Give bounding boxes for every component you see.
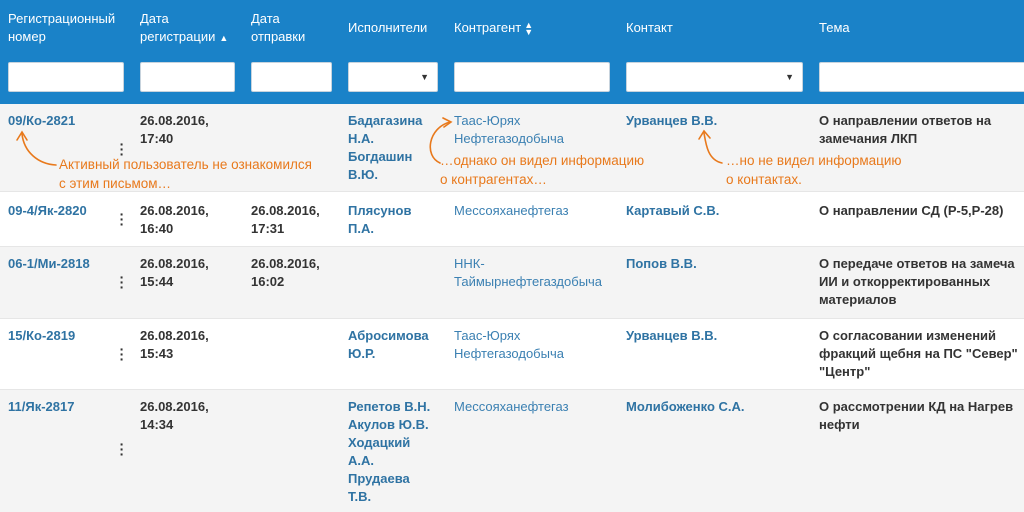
reg-date: 26.08.2016, 15:43 (140, 328, 209, 361)
column-header-text: регистрации (140, 29, 216, 44)
more-actions-icon[interactable]: · · · (119, 342, 125, 366)
executors[interactable]: Абросимова Ю.Р. (348, 327, 429, 363)
contact-link[interactable]: Молибоженко С.А. (626, 398, 745, 416)
sort-both-icon[interactable]: ▲ ▼ (524, 20, 533, 36)
contact-link[interactable]: Попов В.В. (626, 255, 697, 273)
column-header-text: номер (8, 29, 46, 44)
column-header-text: отправки (251, 29, 306, 44)
annotation-user: Активный пользователь не ознакомился с эт… (59, 157, 312, 191)
reg-no-link[interactable]: 06-1/Ми-2818 (8, 255, 90, 273)
reg-date: 26.08.2016, 15:44 (140, 256, 209, 289)
more-actions-icon[interactable]: · · · (119, 207, 125, 231)
more-actions-icon[interactable]: · · · (119, 270, 125, 294)
column-header-counterparty[interactable]: Контрагент ▲ ▼ (454, 19, 533, 37)
reg-date: 26.08.2016, 16:40 (140, 203, 209, 236)
column-header-reg-no[interactable]: Регистрационный номер (8, 10, 115, 46)
reg-no-link[interactable]: 09-4/Як-2820 (8, 202, 87, 220)
topic[interactable]: О передаче ответов на замеча ИИ и откорре… (819, 255, 1015, 309)
contact-filter-select[interactable]: ▼ (626, 62, 803, 92)
counterparty[interactable]: Таас-Юрях Нефтегазодобыча (454, 112, 564, 148)
topic[interactable]: О рассмотрении КД на Нагрев нефти (819, 398, 1013, 434)
contact-link[interactable]: Картавый С.В. (626, 202, 719, 220)
column-header-reg-date[interactable]: Дата регистрации ▲ (140, 10, 228, 47)
counterparty-filter-input[interactable] (454, 62, 610, 92)
reg-date-filter-input[interactable] (140, 62, 235, 92)
annotation-contact: …но не видел информацию о контактах. (726, 153, 902, 187)
column-header-executors[interactable]: Исполнители (348, 19, 427, 37)
column-header-text: Дата (140, 11, 169, 26)
table-row[interactable]: 09/Ко-2821 · · · 26.08.2016, 17:40 Бадагази… (0, 104, 1024, 192)
sent-date: 26.08.2016, 16:02 (251, 256, 320, 289)
topic[interactable]: О направлении СД (Р-5,Р-28) (819, 202, 1003, 220)
sent-date: 26.08.2016, 17:31 (251, 203, 320, 236)
contact-link[interactable]: Урванцев В.В. (626, 112, 717, 130)
column-header-topic[interactable]: Тема (819, 19, 850, 37)
reg-no-link[interactable]: 11/Як-2817 (8, 398, 74, 416)
topic[interactable]: О согласовании изменений фракций щебня на… (819, 327, 1018, 381)
topic[interactable]: О направлении ответов на замечания ЛКП (819, 112, 991, 148)
annotation-counterparty: …однако он видел информацию о контрагента… (440, 153, 645, 187)
chevron-down-icon: ▼ (785, 72, 794, 82)
reg-date: 26.08.2016, 14:34 (140, 399, 209, 432)
reg-no-filter-input[interactable] (8, 62, 124, 92)
executors-filter-select[interactable]: ▼ (348, 62, 438, 92)
counterparty[interactable]: Мессояханефтегаз (454, 202, 569, 220)
sort-ascending-icon[interactable]: ▲ (219, 33, 228, 43)
chevron-down-icon: ▼ (420, 72, 429, 82)
counterparty[interactable]: ННК- Таймырнефтегаздобыча (454, 255, 602, 291)
reg-no-link[interactable]: 09/Ко-2821 (8, 112, 75, 130)
executors[interactable]: Бадагазина Н.А. Богдашин В.Ю. (348, 112, 422, 184)
executors[interactable]: Репетов В.Н. Акулов Ю.В. Ходацкий А.А. Пруда… (348, 398, 430, 506)
counterparty[interactable]: Таас-Юрях Нефтегазодобыча (454, 327, 564, 363)
table-row[interactable]: 06-1/Ми-2818 · · · 26.08.2016, 15:44 26.08.… (0, 247, 1024, 319)
table-header: Регистрационный номер Дата регистрации ▲ … (0, 0, 1024, 104)
table-row[interactable]: 15/Ко-2819 · · · 26.08.2016, 15:43 Абросимо… (0, 319, 1024, 390)
reg-no-link[interactable]: 15/Ко-2819 (8, 327, 75, 345)
column-header-text: Регистрационный (8, 11, 116, 26)
topic-filter-input[interactable] (819, 62, 1024, 92)
executors[interactable]: Плясунов П.А. (348, 202, 411, 238)
counterparty[interactable]: Мессояханефтегаз (454, 398, 569, 416)
table-row[interactable]: 11/Як-2817 · · · 26.08.2016, 14:34 Репетов … (0, 390, 1024, 512)
more-actions-icon[interactable]: · · · (119, 437, 125, 461)
column-header-sent-date[interactable]: Дата отправки (251, 10, 305, 46)
sent-date-filter-input[interactable] (251, 62, 332, 92)
column-header-text: Контрагент (454, 20, 522, 35)
contact-link[interactable]: Урванцев В.В. (626, 327, 717, 345)
column-header-text: Дата (251, 11, 280, 26)
reg-date: 26.08.2016, 17:40 (140, 113, 209, 146)
column-header-contact[interactable]: Контакт (626, 19, 673, 37)
table-row[interactable]: 09-4/Як-2820 · · · 26.08.2016, 16:40 26.08.… (0, 192, 1024, 247)
